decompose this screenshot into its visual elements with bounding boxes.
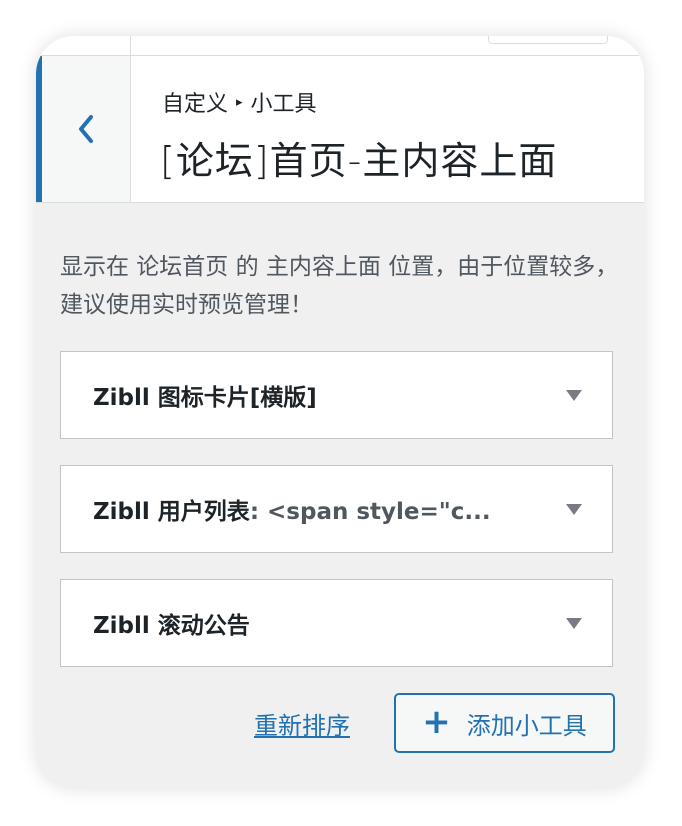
widget-title: Zibll 滚动公告 [93, 613, 250, 639]
breadcrumb-current: 小工具 [250, 92, 317, 117]
caret-down-icon[interactable] [566, 617, 582, 629]
section-title: [论坛]首页-主内容上面 [160, 139, 558, 183]
widget-icon-card[interactable]: Zibll 图标卡片[横版] [60, 351, 613, 439]
widget-user-list[interactable]: Zibll 用户列表: <span style="c... [60, 465, 613, 553]
top-button[interactable] [488, 36, 608, 44]
breadcrumb-root: 自定义 [162, 92, 229, 117]
widget-scroll-notice[interactable]: Zibll 滚动公告 [60, 579, 613, 667]
plus-icon: + [422, 701, 451, 742]
customizer-panel: 自定义 ▸ 小工具 [论坛]首页-主内容上面 显示在 论坛首页 的 主内容上面 … [36, 36, 644, 788]
add-widget-label: 添加小工具 [466, 711, 587, 740]
add-widget-button[interactable]: + 添加小工具 [394, 693, 615, 753]
widget-title: Zibll 图标卡片[横版] [93, 385, 317, 411]
divider [130, 36, 131, 55]
chevron-left-icon [79, 115, 93, 143]
caret-down-icon[interactable] [566, 503, 582, 515]
section-description: 显示在 论坛首页 的 主内容上面 位置，由于位置较多，建议使用实时预览管理！ [60, 254, 619, 318]
section-header: 自定义 ▸ 小工具 [论坛]首页-主内容上面 [36, 56, 644, 203]
widget-title: Zibll 用户列表: <span style="c... [93, 499, 491, 525]
breadcrumb: 自定义 ▸ 小工具 [162, 86, 317, 118]
caret-down-icon[interactable] [566, 389, 582, 401]
back-button[interactable] [36, 56, 131, 202]
top-strip [36, 36, 644, 56]
reorder-link[interactable]: 重新排序 [254, 706, 350, 741]
caret-right-icon: ▸ [236, 94, 243, 110]
